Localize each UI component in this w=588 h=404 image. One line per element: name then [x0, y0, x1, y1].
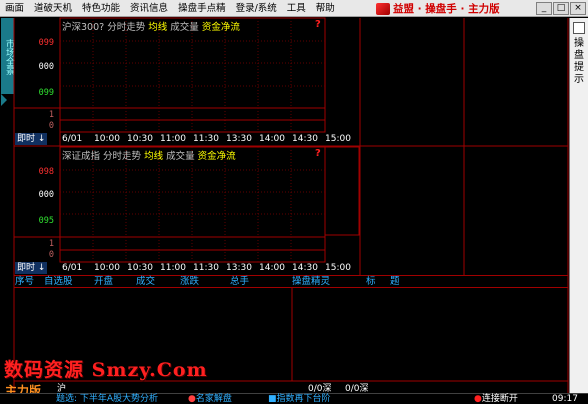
watermark-text: 数码资源 Smzy.Com	[4, 359, 208, 381]
time-label: 10:30	[127, 134, 153, 144]
chart1-vol-label-0: 0	[48, 121, 54, 131]
chart1-title-prefix: 沪深300? 分时走势	[62, 22, 146, 33]
status-expert-link[interactable]: ●名家解盘	[188, 394, 232, 404]
time-label: 11:30	[193, 263, 219, 273]
col-header-title-2[interactable]: 题	[390, 276, 400, 288]
status-index: 指数再下台阶	[276, 394, 331, 404]
index-row: 沪 0/0深 0/0深	[0, 381, 570, 394]
chart-grid	[13, 17, 569, 395]
col-header-title-1[interactable]: 标	[366, 276, 376, 288]
chart1-title: 沪深300? 分时走势 均线 成交量 资金净流	[62, 19, 240, 33]
chart1-ylabel-top: 099	[38, 38, 54, 48]
realtime-toggle-1[interactable]: 即时 ↓	[15, 133, 48, 145]
chart2-ylabel-top: 098	[38, 167, 54, 177]
time-label-date: 6/01	[62, 263, 83, 273]
chart2-tag-volume[interactable]: 成交量	[166, 151, 195, 162]
col-header-deal[interactable]: 成交	[136, 276, 155, 288]
chart1-help-icon[interactable]: ?	[315, 19, 321, 30]
expert-icon: ●	[188, 394, 196, 404]
status-index-link[interactable]: ■指数再下台阶	[268, 394, 331, 404]
time-label: 14:00	[259, 134, 285, 144]
chart2-title-prefix: 深证成指 分时走势	[62, 151, 142, 162]
time-label: 11:00	[160, 134, 186, 144]
time-label: 10:00	[94, 134, 120, 144]
col-header-total-volume[interactable]: 总手	[230, 276, 249, 288]
status-conn-label: 连接断开	[481, 394, 518, 404]
realtime-toggle-2[interactable]: 即时 ↓	[15, 262, 48, 274]
chart2-title: 深证成指 分时走势 均线 成交量 资金净流	[62, 148, 236, 162]
time-label-date: 6/01	[62, 134, 83, 144]
time-label: 11:00	[160, 263, 186, 273]
time-label: 10:30	[127, 263, 153, 273]
status-expert: 名家解盘	[195, 394, 232, 404]
time-label: 14:30	[292, 263, 318, 273]
col-header-spirit[interactable]: 操盘精灵	[292, 276, 330, 288]
chart1-tag-netflow[interactable]: 资金净流	[202, 22, 240, 33]
time-label: 11:30	[193, 134, 219, 144]
status-time: 09:17	[552, 394, 578, 404]
chart2-tag-netflow[interactable]: 资金净流	[198, 151, 236, 162]
time-label: 14:00	[259, 263, 285, 273]
col-header-index[interactable]: 序号	[15, 276, 34, 288]
time-label: 10:00	[94, 263, 120, 273]
time-label: 15:00	[325, 134, 351, 144]
connection-icon: ●	[474, 394, 482, 404]
time-label: 15:00	[325, 263, 351, 273]
time-label: 13:30	[226, 263, 252, 273]
col-header-open[interactable]: 开盘	[94, 276, 113, 288]
status-connection[interactable]: ●连接断开	[474, 394, 518, 404]
chart2-ylabel-bottom: 095	[38, 216, 54, 226]
chart1-ylabel-mid: 000	[38, 62, 54, 72]
chart2-vol-label-0: 0	[48, 250, 54, 260]
time-label: 14:30	[292, 134, 318, 144]
stock-table-header: 序号 自选股 开盘 成交 涨跌 总手 操盘精灵 标 题	[14, 275, 568, 288]
chart2-tag-ma[interactable]: 均线	[144, 151, 163, 162]
status-bar: 题选: 下半年A股大势分析 ●名家解盘 ■指数再下台阶 ●连接断开 09:17	[0, 393, 588, 404]
col-header-change[interactable]: 涨跌	[180, 276, 199, 288]
time-label: 13:30	[226, 134, 252, 144]
chart1-ylabel-bottom: 099	[38, 88, 54, 98]
chart1-vol-label-1: 1	[48, 110, 54, 120]
chart2-help-icon[interactable]: ?	[315, 148, 321, 159]
chart2-vol-label-1: 1	[48, 239, 54, 249]
chart2-ylabel-mid: 000	[38, 190, 54, 200]
status-news[interactable]: 题选: 下半年A股大势分析	[56, 394, 158, 404]
chart1-tag-volume[interactable]: 成交量	[170, 22, 199, 33]
col-header-watchlist[interactable]: 自选股	[44, 276, 73, 288]
chart1-tag-ma[interactable]: 均线	[148, 22, 167, 33]
index-news-icon: ■	[268, 394, 277, 404]
